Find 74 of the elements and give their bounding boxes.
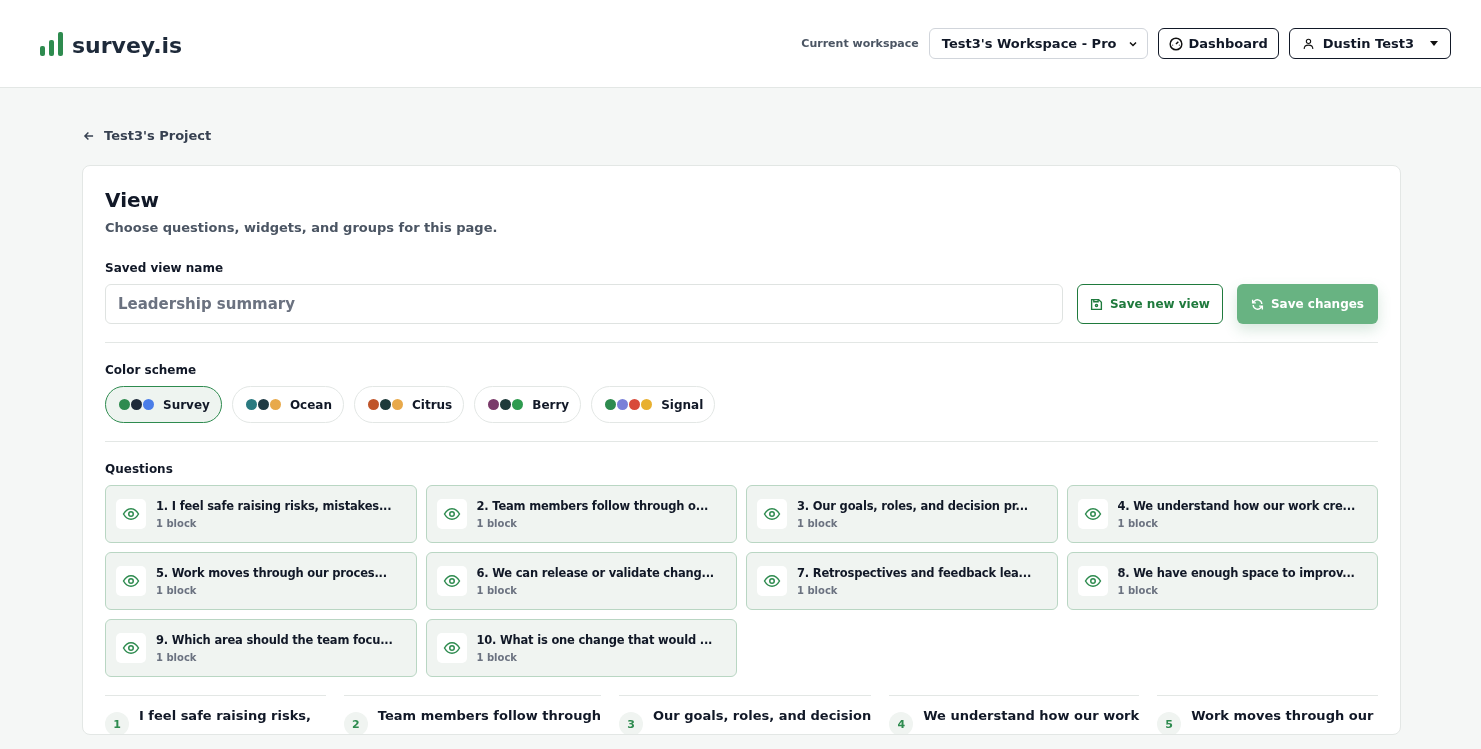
block-count: 1 block: [476, 585, 518, 596]
question-title: 7. Retrospectives and feedback lea...: [797, 566, 1032, 580]
eye-icon[interactable]: [1083, 572, 1102, 590]
question-title: 3. Our goals, roles, and decision pr...: [797, 499, 1029, 513]
question-title: 1. I feel safe raising risks, mistakes...: [156, 499, 392, 513]
color-scheme-chip[interactable]: Survey: [105, 386, 222, 423]
question-title: 6. We can release or validate chang...: [476, 566, 715, 580]
question-text: Team members follow through: [377, 708, 601, 723]
eye-icon[interactable]: [442, 572, 461, 590]
save-new-view-button[interactable]: Save new view: [1076, 284, 1223, 324]
view-subtitle: Choose questions, widgets, and groups for this page.: [105, 220, 499, 235]
eye-icon[interactable]: [763, 505, 781, 523]
question-title: 8. We have enough space to improv...: [1117, 566, 1355, 580]
question-title: 4. We understand how our work cre...: [1117, 499, 1356, 513]
section-label: Color scheme: [105, 363, 198, 377]
eye-icon[interactable]: [1083, 505, 1102, 523]
gauge-icon: [1168, 36, 1183, 51]
block-count: 1 block: [156, 585, 198, 596]
dashboard-button[interactable]: Dashboard: [1157, 28, 1279, 59]
view-name-field[interactable]: Leadership summary: [105, 284, 1063, 324]
color-scheme-chip[interactable]: Signal: [591, 386, 716, 423]
save-icon: [1089, 297, 1103, 311]
block-count: 1 block: [156, 518, 198, 529]
caret-icon: [1430, 40, 1438, 47]
question-card[interactable]: 1. I feel safe raising risks, mistakes... 1 block: [105, 485, 417, 543]
color-scheme-chip[interactable]: Citrus: [354, 386, 465, 423]
question-text: I feel safe raising risks,: [139, 708, 311, 723]
question-text: Our goals, roles, and decision: [652, 708, 872, 723]
question-number: 3: [618, 712, 643, 734]
question-card[interactable]: 2. Team members follow through o... 1 block: [425, 485, 737, 543]
view-title: View: [105, 188, 161, 212]
field-label: Saved view name: [105, 261, 225, 275]
color-scheme-chip[interactable]: Berry: [474, 386, 582, 423]
eye-icon[interactable]: [122, 639, 140, 657]
workspace-select[interactable]: Test3's Workspace - Pro: [928, 28, 1148, 59]
question-card[interactable]: 6. We can release or validate chang... 1 block: [425, 552, 737, 610]
question-number: 4: [889, 712, 914, 734]
refresh-icon: [1250, 297, 1264, 311]
question-title: 10. What is one change that would ...: [476, 633, 713, 647]
question-number: 1: [105, 712, 129, 734]
question-title: 2. Team members follow through o...: [476, 499, 709, 513]
question-title: 5. Work moves through our proces...: [156, 566, 387, 580]
block-count: 1 block: [476, 518, 518, 529]
block-count: 1 block: [1117, 518, 1159, 529]
block-count: 1 block: [797, 585, 839, 596]
question-card[interactable]: 8. We have enough space to improv... 1 block: [1066, 552, 1378, 610]
question-number: 5: [1157, 712, 1182, 734]
question-card[interactable]: 10. What is one change that would ... 1 block: [425, 619, 737, 677]
color-scheme-chip[interactable]: Ocean: [231, 386, 344, 423]
logo-text[interactable]: survey.is: [72, 32, 183, 58]
question-card[interactable]: 7. Retrospectives and feedback lea... 1 block: [746, 552, 1058, 610]
logo-bars-icon: [40, 29, 64, 58]
back-link[interactable]: Test3's Project: [104, 128, 212, 143]
eye-icon[interactable]: [442, 505, 461, 523]
question-title: 9. Which area should the team focu...: [156, 633, 393, 647]
question-card[interactable]: 3. Our goals, roles, and decision pr... 1 block: [746, 485, 1058, 543]
question-number: 2: [343, 712, 368, 734]
block-count: 1 block: [156, 652, 198, 663]
user-menu-button[interactable]: Dustin Test3: [1288, 28, 1451, 59]
section-label: Questions: [105, 462, 174, 476]
question-text: Work moves through our: [1191, 708, 1374, 723]
block-count: 1 block: [797, 518, 839, 529]
workspace-label: Current workspace: [801, 37, 919, 50]
block-count: 1 block: [476, 652, 518, 663]
question-text: We understand how our work: [923, 708, 1140, 723]
eye-icon[interactable]: [122, 505, 140, 523]
eye-icon[interactable]: [442, 639, 461, 657]
question-card[interactable]: 9. Which area should the team focu... 1 block: [105, 619, 417, 677]
eye-icon[interactable]: [122, 572, 140, 590]
eye-icon[interactable]: [763, 572, 781, 590]
question-card[interactable]: 5. Work moves through our proces... 1 block: [105, 552, 417, 610]
user-icon: [1301, 37, 1315, 50]
block-count: 1 block: [1117, 585, 1159, 596]
question-card[interactable]: 4. We understand how our work cre... 1 block: [1066, 485, 1378, 543]
